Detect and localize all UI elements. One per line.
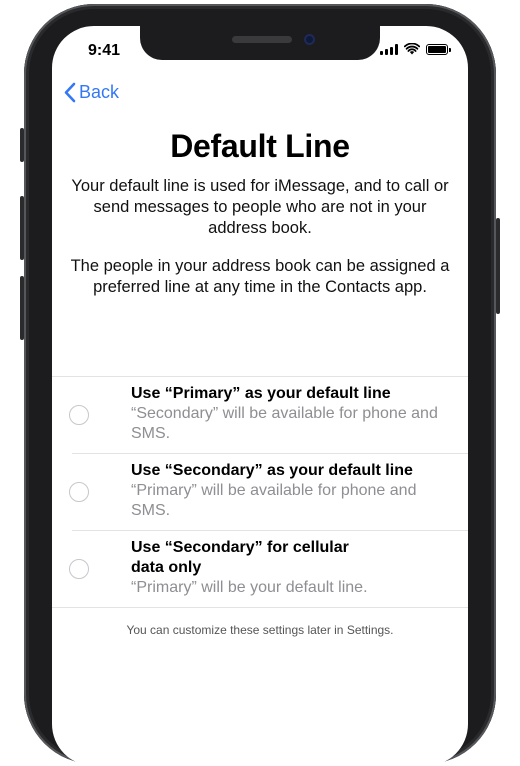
volume-down-button <box>20 276 24 340</box>
radio-button[interactable] <box>69 405 89 425</box>
back-label: Back <box>79 82 120 102</box>
notch <box>140 26 380 60</box>
battery-icon <box>426 43 451 55</box>
camera-icon <box>304 34 315 45</box>
option-title: Use “Primary” as your default line <box>131 385 391 402</box>
option-primary-default[interactable]: Use “Primary” as your default line “Seco… <box>52 376 468 453</box>
speaker-grille <box>232 36 292 43</box>
action-button <box>20 128 24 162</box>
description-default-line: Your default line is used for iMessage, … <box>71 177 449 237</box>
option-secondary-default[interactable]: Use “Secondary” as your default line “Pr… <box>52 453 468 530</box>
status-time: 9:41 <box>88 42 121 59</box>
volume-up-button <box>20 196 24 260</box>
settings-footnote: You can customize these settings later i… <box>126 623 394 637</box>
page-title: Default Line <box>170 128 350 164</box>
chevron-left-icon <box>64 82 76 103</box>
back-button[interactable]: Back <box>64 82 119 103</box>
option-secondary-data-only[interactable]: Use “Secondary” for cellular data only “… <box>52 530 468 607</box>
option-title: Use “Secondary” as your default line <box>131 462 413 479</box>
phone-screen: 9:41 Back Default Line Your default line… <box>52 26 468 766</box>
option-subtitle: “Primary” will be available for phone an… <box>131 482 417 519</box>
status-indicators <box>380 43 451 55</box>
divider <box>52 607 468 608</box>
option-title: Use “Secondary” for cellular data only <box>131 539 349 576</box>
battery-level <box>428 45 446 53</box>
description-address-book: The people in your address book can be a… <box>70 257 450 296</box>
signal-icon <box>380 43 398 55</box>
side-button <box>496 218 500 314</box>
radio-button[interactable] <box>69 482 89 502</box>
wifi-icon <box>404 43 420 55</box>
radio-button[interactable] <box>69 559 89 579</box>
option-subtitle: “Primary” will be your default line. <box>131 579 368 596</box>
option-subtitle: “Secondary” will be available for phone … <box>131 405 438 442</box>
